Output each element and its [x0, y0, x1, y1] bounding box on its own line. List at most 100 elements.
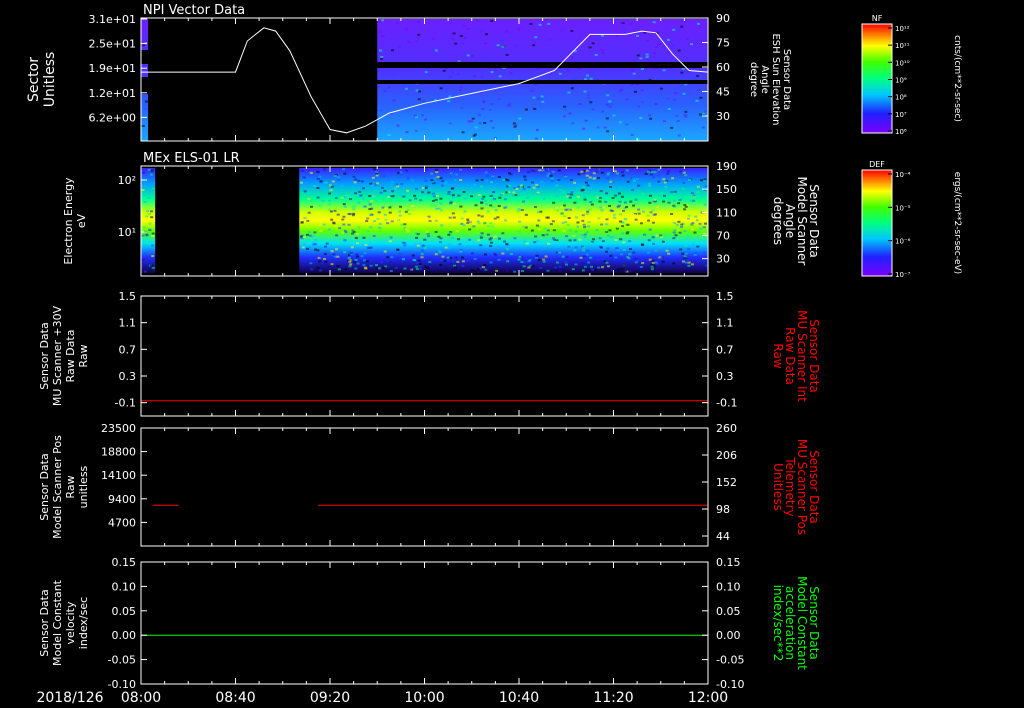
els-spectrogram-pixel — [689, 199, 693, 202]
els-spectrogram-pixel — [593, 269, 597, 272]
velocity-left-tick-label: 0.05 — [112, 605, 137, 618]
els-spectrogram-pixel — [542, 260, 546, 263]
els-spectrogram-pixel — [525, 242, 529, 245]
els-spectrogram-pixel — [431, 199, 435, 202]
npi-spectrogram-pixel — [547, 22, 551, 25]
els-spectrogram-pixel — [531, 181, 535, 184]
els-spectrogram-pixel — [490, 241, 494, 244]
els-spectrogram-pixel — [383, 213, 387, 216]
els-spectrogram-pixel — [574, 230, 578, 233]
npi-spectrogram-pixel — [529, 22, 533, 25]
npi-spectrogram-pixel — [608, 105, 612, 108]
els-spectrogram-pixel — [318, 260, 322, 263]
els-spectrogram-pixel — [300, 221, 304, 224]
els-spectrogram-pixel — [145, 210, 149, 213]
els-spectrogram-pixel — [701, 255, 705, 258]
npi-spectrogram-pixel — [452, 32, 456, 35]
els-spectrogram-pixel — [681, 187, 685, 190]
els-spectrogram-pixel — [373, 168, 377, 171]
els-spectrogram-pixel — [337, 176, 341, 179]
els-spectrogram-pixel — [551, 188, 555, 191]
npi-left-axis-title: Unitless — [42, 52, 58, 108]
els-spectrogram-pixel — [617, 192, 621, 195]
npi-spectrogram-pixel — [460, 106, 464, 109]
npi-colorbar-tick-label: 10¹⁰ — [895, 59, 910, 67]
npi-spectrogram-pixel — [448, 122, 452, 125]
els-spectrogram-pixel — [572, 234, 576, 237]
els-spectrogram-pixel — [430, 179, 434, 182]
els-spectrogram-pixel — [372, 194, 376, 197]
els-spectrogram-pixel — [453, 242, 457, 245]
els-spectrogram-pixel — [544, 168, 548, 171]
els-spectrogram-pixel — [537, 219, 541, 222]
els-spectrogram-pixel — [313, 231, 317, 234]
els-spectrogram-pixel — [653, 171, 657, 174]
mu_raw-left-axis-title: Sensor Data — [38, 322, 51, 389]
els-spectrogram-pixel — [403, 244, 407, 247]
npi-spectrogram-pixel — [697, 89, 701, 92]
npi-spectrogram-pixel — [695, 99, 699, 102]
els-spectrogram-pixel — [680, 223, 684, 226]
els-spectrogram-pixel — [610, 236, 614, 239]
npi-spectrogram-pixel — [145, 100, 149, 103]
els-spectrogram-pixel — [615, 247, 619, 250]
els-spectrogram-pixel — [565, 255, 569, 258]
npi-right-tick-label: 90 — [716, 12, 730, 25]
els-spectrogram-pixel — [505, 243, 509, 246]
els-spectrogram-pixel — [620, 267, 624, 270]
els-spectrogram-pixel — [388, 211, 392, 214]
els-spectrogram-pixel — [499, 207, 503, 210]
els-spectrogram-pixel — [578, 223, 582, 226]
els-spectrogram-pixel — [425, 230, 429, 233]
els-spectrogram-pixel — [491, 175, 495, 178]
els-spectrogram-pixel — [357, 226, 361, 229]
els-spectrogram-pixel — [396, 185, 400, 188]
colorbar-layer: NF 10¹² 10¹¹ 10¹⁰ 10⁹ 10⁸ 10⁷ 10⁶ cnts/(cm**2-sr… — [861, 14, 962, 279]
els-spectrogram-pixel — [303, 190, 307, 193]
els-spectrogram-pixel — [502, 178, 506, 181]
els-spectrogram-pixel — [434, 205, 438, 208]
els-spectrogram-pixel — [582, 246, 586, 249]
els-spectrogram-pixel — [324, 245, 328, 248]
els-spectrogram-pixel — [622, 248, 626, 251]
npi-spectrogram-pixel — [584, 78, 588, 81]
els-spectrogram-pixel — [607, 171, 611, 174]
npi-spectrogram-pixel — [518, 117, 522, 120]
els-spectrogram-pixel — [437, 249, 441, 252]
els-spectrogram-pixel — [490, 225, 494, 228]
els-spectrogram-pixel — [560, 172, 564, 175]
els-spectrogram-pixel — [588, 176, 592, 179]
els-spectrogram-pixel — [399, 205, 403, 208]
els-spectrogram-pixel — [476, 268, 480, 271]
els-spectrogram-pixel — [391, 190, 395, 193]
els-spectrogram-pixel — [435, 194, 439, 197]
els-spectrogram-pixel — [517, 208, 521, 211]
npi-spectrogram-pixel — [548, 38, 552, 41]
npi-spectrogram-pixel — [466, 27, 470, 30]
els-spectrogram-pixel — [461, 256, 465, 259]
els-spectrogram-pixel — [542, 258, 546, 261]
els-spectrogram-pixel — [389, 270, 393, 273]
x-axis-tick-label: 12:00 — [688, 690, 728, 706]
els-spectrogram-pixel — [596, 258, 600, 261]
els-spectrogram-pixel — [360, 180, 364, 183]
els-spectrogram-pixel — [341, 218, 345, 221]
els-spectrogram-pixel — [449, 202, 453, 205]
els-spectrogram-pixel — [690, 191, 694, 194]
els-spectrogram-pixel — [559, 212, 563, 215]
els-spectrogram-pixel — [414, 197, 418, 200]
els-spectrogram-pixel — [513, 237, 517, 240]
els-spectrogram-pixel — [494, 209, 498, 212]
els-spectrogram-pixel — [324, 260, 328, 263]
els-spectrogram-pixel — [605, 230, 609, 233]
els-spectrogram-pixel — [429, 204, 433, 207]
els-spectrogram-pixel — [576, 195, 580, 198]
els-spectrogram-pixel — [430, 172, 434, 175]
els-spectrogram-pixel — [313, 185, 317, 188]
els-spectrogram-pixel — [517, 185, 521, 188]
npi-spectrogram-pixel — [697, 22, 701, 25]
npi-spectrogram-pixel — [462, 24, 466, 27]
els-spectrogram-pixel — [322, 257, 326, 260]
els-spectrogram-pixel — [616, 268, 620, 271]
els-spectrogram-pixel — [416, 233, 420, 236]
